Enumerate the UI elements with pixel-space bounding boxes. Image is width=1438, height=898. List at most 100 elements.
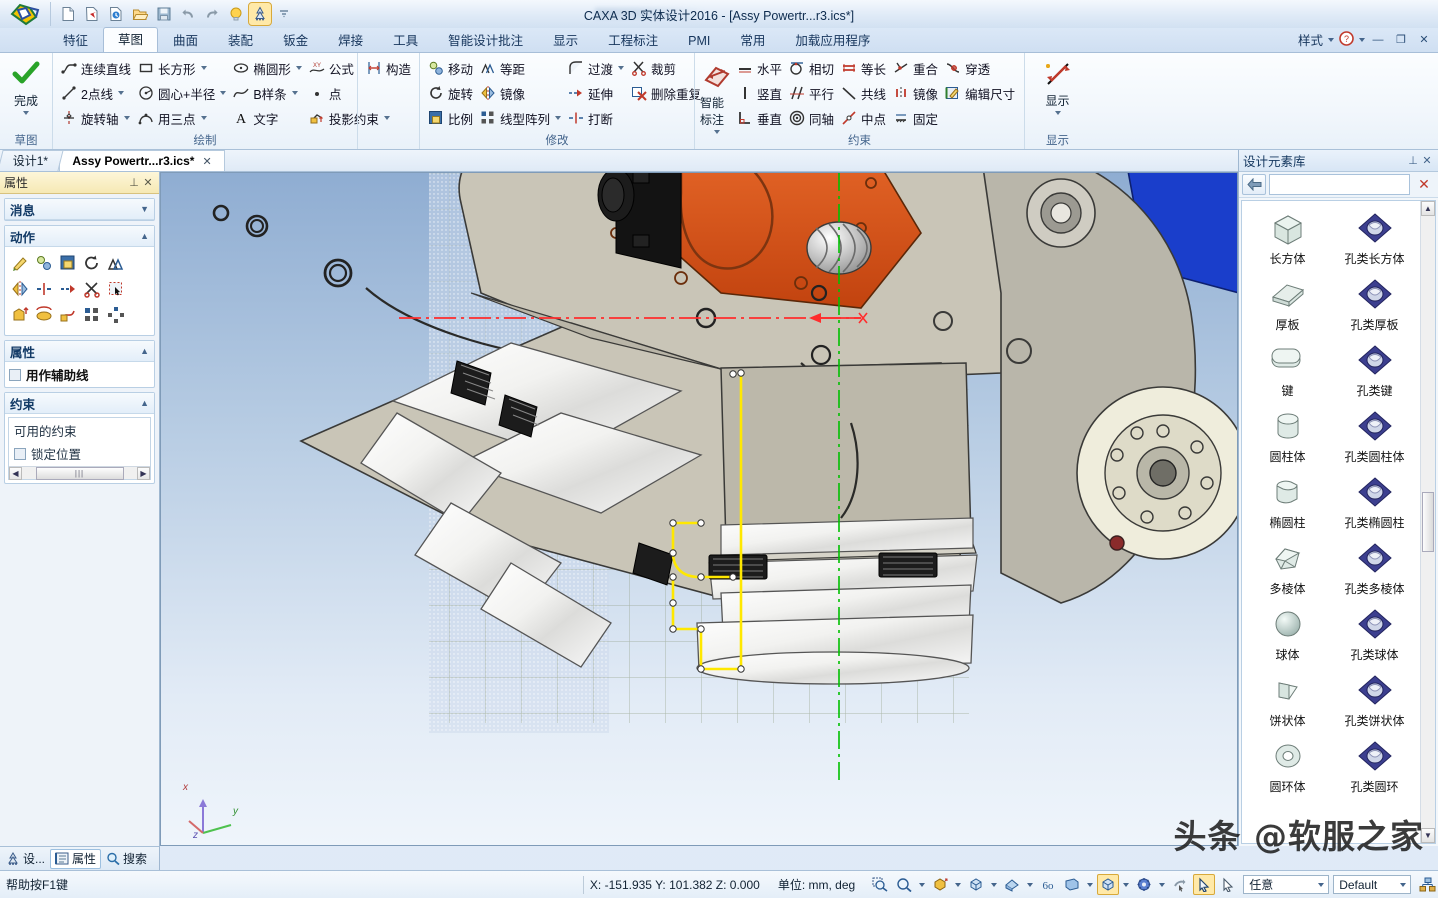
scroll-right-arrow-icon[interactable]: ▶ xyxy=(137,466,150,480)
document-tab-0[interactable]: 设计1* xyxy=(0,150,64,171)
render-style-combo[interactable]: Default xyxy=(1333,875,1412,894)
ribbon-item-镜像[interactable]: 镜像 xyxy=(477,81,565,105)
linear-pattern-icon[interactable] xyxy=(81,304,102,325)
undo-icon[interactable] xyxy=(177,3,199,25)
ribbon-item-延伸[interactable]: 延伸 xyxy=(565,81,628,105)
ribbon-item-穿透[interactable]: 穿透 xyxy=(942,56,1019,80)
ribbon-tab-2[interactable]: 曲面 xyxy=(158,28,213,52)
section-properties-header[interactable]: 属性 ▲ xyxy=(5,341,154,362)
library-vertical-scrollbar[interactable]: ▲ ▼ xyxy=(1420,201,1435,843)
zoom-window-icon[interactable] xyxy=(869,874,891,895)
ribbon-tab-8[interactable]: 显示 xyxy=(538,28,593,52)
ribbon-item-构造[interactable]: 构造 xyxy=(363,56,415,80)
zoom-all-icon[interactable] xyxy=(893,874,915,895)
extrude-icon[interactable] xyxy=(9,304,30,325)
smart-bulb-icon[interactable] xyxy=(225,3,247,25)
ribbon-item-打断[interactable]: 打断 xyxy=(565,106,628,130)
smart-dimension-button[interactable]: 智能标注 xyxy=(700,56,734,134)
ribbon-tab-0[interactable]: 特征 xyxy=(48,28,103,52)
library-item-圆柱体[interactable]: 圆柱体 xyxy=(1244,405,1331,471)
library-item-饼状体[interactable]: 饼状体 xyxy=(1244,669,1331,735)
chevron-up-icon[interactable]: ▲ xyxy=(140,346,149,356)
open-recent-icon[interactable] xyxy=(105,3,127,25)
break-icon[interactable] xyxy=(33,278,54,299)
render-shaded-icon[interactable] xyxy=(929,874,951,895)
app-logo-icon[interactable] xyxy=(6,1,46,27)
save-icon[interactable] xyxy=(153,3,175,25)
library-item-孔类多棱体[interactable]: 孔类多棱体 xyxy=(1331,537,1418,603)
scroll-thumb[interactable]: ||| xyxy=(35,466,124,480)
view-cube-chevron-down-icon[interactable] xyxy=(991,882,998,887)
chevron-up-icon[interactable]: ▲ xyxy=(140,398,149,408)
scroll-left-arrow-icon[interactable]: ◀ xyxy=(9,466,22,480)
view-orientation-icon[interactable] xyxy=(1001,874,1023,895)
display-button[interactable]: 显示 xyxy=(1030,56,1085,115)
render-style-icon[interactable] xyxy=(1133,874,1155,895)
ribbon-item-圆心+半径[interactable]: 圆心+半径 xyxy=(135,81,230,105)
ribbon-item-B样条[interactable]: B样条 xyxy=(230,81,306,105)
ribbon-item-同轴[interactable]: 同轴 xyxy=(786,106,838,130)
ribbon-tab-1[interactable]: 草图 xyxy=(103,27,159,52)
ribbon-item-镜像[interactable]: 镜像 xyxy=(890,81,942,105)
finish-sketch-chevron-down-icon[interactable] xyxy=(23,111,29,115)
library-item-孔类键[interactable]: 孔类键 xyxy=(1331,339,1418,405)
close-icon[interactable]: ✕ xyxy=(1420,154,1434,167)
library-search-input[interactable] xyxy=(1269,174,1410,195)
construction-line-checkbox[interactable] xyxy=(9,368,21,381)
library-item-球体[interactable]: 球体 xyxy=(1244,603,1331,669)
trim-scissors-icon[interactable] xyxy=(81,278,102,299)
field-of-view-chevron-down-icon[interactable] xyxy=(1087,882,1094,887)
ribbon-item-平行[interactable]: 平行 xyxy=(786,81,838,105)
red-x-icon[interactable]: ✕ xyxy=(1413,174,1435,195)
ribbon-tab-11[interactable]: 常用 xyxy=(725,28,780,52)
minimize-button[interactable]: — xyxy=(1368,32,1388,47)
lock-position-row[interactable]: 锁定位置 xyxy=(9,443,150,466)
bottom-tab-属性[interactable]: 属性 xyxy=(50,848,102,869)
ribbon-item-垂直[interactable]: 垂直 xyxy=(734,106,786,130)
3d-viewport[interactable]: x y z xyxy=(160,172,1238,846)
help-icon[interactable]: ? xyxy=(1339,30,1354,49)
close-icon[interactable]: ✕ xyxy=(141,176,155,189)
back-arrow-icon[interactable] xyxy=(1242,174,1266,195)
ribbon-item-相切[interactable]: 相切 xyxy=(786,56,838,80)
mirror-icon[interactable] xyxy=(9,278,30,299)
ribbon-item-连续直线[interactable]: 连续直线 xyxy=(58,56,135,80)
scroll-track-top[interactable] xyxy=(1421,216,1435,491)
ribbon-item-旋转[interactable]: 旋转 xyxy=(425,81,477,105)
ribbon-item-线型阵列[interactable]: 线型阵列 xyxy=(477,106,565,130)
section-constraints-header[interactable]: 约束 ▲ xyxy=(5,393,154,414)
scroll-track-bottom[interactable] xyxy=(1421,553,1435,828)
library-item-孔类饼状体[interactable]: 孔类饼状体 xyxy=(1331,669,1418,735)
ribbon-item-椭圆形[interactable]: 椭圆形 xyxy=(230,56,306,80)
ribbon-tab-9[interactable]: 工程标注 xyxy=(593,28,673,52)
ribbon-item-长方形[interactable]: 长方形 xyxy=(135,56,230,80)
scroll-down-arrow-icon[interactable]: ▼ xyxy=(1421,828,1435,843)
render-style-chevron-down-icon[interactable] xyxy=(1400,882,1407,887)
ribbon-tab-6[interactable]: 工具 xyxy=(378,28,433,52)
pick-filter-chevron-down-icon[interactable] xyxy=(1318,882,1325,887)
scroll-up-arrow-icon[interactable]: ▲ xyxy=(1421,201,1435,216)
style-chevron-down-icon[interactable] xyxy=(1328,37,1334,42)
render-style-chevron-down-icon[interactable] xyxy=(1159,882,1166,887)
rotate-icon[interactable] xyxy=(81,252,102,273)
ribbon-tab-3[interactable]: 装配 xyxy=(213,28,268,52)
render-shaded-chevron-down-icon[interactable] xyxy=(955,882,962,887)
pick-filter-arrow-icon[interactable] xyxy=(1217,874,1239,895)
section-messages-header[interactable]: 消息 ▼ xyxy=(5,199,154,220)
library-item-椭圆柱[interactable]: 椭圆柱 xyxy=(1244,471,1331,537)
pick-filter-combo[interactable]: 任意 xyxy=(1243,875,1330,894)
chevron-down-icon[interactable] xyxy=(117,91,124,95)
scale-icon[interactable] xyxy=(57,252,78,273)
ribbon-item-用三点[interactable]: 用三点 xyxy=(135,106,230,130)
scroll-thumb[interactable] xyxy=(1422,492,1434,552)
design-wizard-icon[interactable] xyxy=(248,2,272,26)
ribbon-item-等距[interactable]: 等距 xyxy=(477,56,565,80)
ribbon-item-中点[interactable]: 中点 xyxy=(838,106,890,130)
lock-position-checkbox[interactable] xyxy=(14,447,26,460)
ribbon-item-移动[interactable]: 移动 xyxy=(425,56,477,80)
shading-mode-chevron-down-icon[interactable] xyxy=(1123,882,1130,887)
ribbon-item-文字[interactable]: A 文字 xyxy=(230,106,306,130)
bottom-tab-设[interactable]: 设... xyxy=(2,849,49,869)
move-icon[interactable] xyxy=(33,252,54,273)
library-item-多棱体[interactable]: 多棱体 xyxy=(1244,537,1331,603)
